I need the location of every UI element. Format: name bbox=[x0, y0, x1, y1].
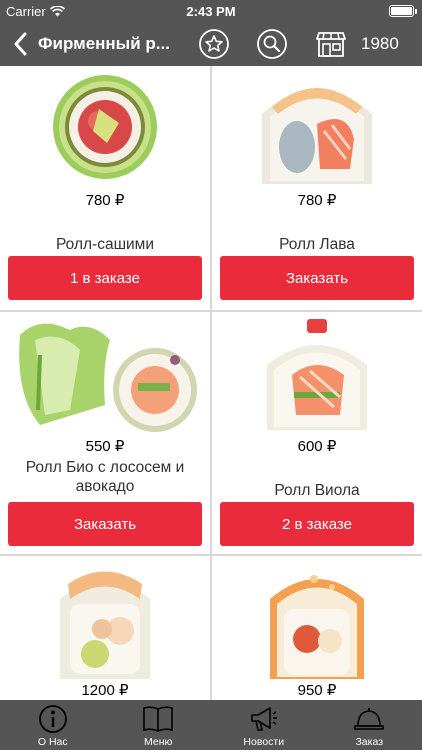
product-card[interactable]: 780 ₽ Ролл-сашими 1 в заказе bbox=[0, 66, 210, 310]
product-card[interactable]: 950 ₽ bbox=[212, 556, 422, 700]
favorites-button[interactable] bbox=[198, 28, 230, 60]
shop-button[interactable] bbox=[315, 28, 347, 60]
roll-image bbox=[0, 556, 210, 686]
tab-label: Меню bbox=[144, 736, 173, 748]
product-card[interactable]: 780 ₽ Ролл Лава Заказать bbox=[212, 66, 422, 310]
order-button[interactable]: Заказать bbox=[220, 256, 414, 300]
status-bar: Carrier 2:43 PM bbox=[0, 0, 422, 22]
product-price: 1200 ₽ bbox=[81, 682, 129, 699]
tab-label: О Нас bbox=[37, 736, 68, 748]
clock: 2:43 PM bbox=[186, 4, 236, 19]
chevron-left-icon bbox=[14, 32, 27, 56]
product-card[interactable]: 550 ₽ Ролл Био с лососем и авокадо Заказ… bbox=[0, 312, 210, 554]
back-button[interactable] bbox=[8, 31, 32, 57]
product-grid: 780 ₽ Ролл-сашими 1 в заказе 780 ₽ Ролл … bbox=[0, 66, 422, 700]
tab-label: Новости bbox=[243, 736, 285, 748]
navigation-bar: Фирменный р... 1980 bbox=[0, 22, 422, 66]
tab-bar: О Нас Меню Новости Заказ bbox=[0, 700, 422, 750]
battery-level bbox=[391, 7, 412, 15]
shop-icon bbox=[316, 32, 346, 57]
product-card[interactable]: 1200 ₽ bbox=[0, 556, 210, 700]
roll-image bbox=[212, 556, 422, 686]
bell-icon bbox=[354, 708, 385, 730]
product-price: 550 ₽ bbox=[85, 438, 125, 455]
search-icon bbox=[257, 29, 287, 59]
order-button[interactable]: Заказать bbox=[8, 502, 202, 546]
tab-news[interactable]: Новости bbox=[211, 700, 317, 750]
product-price: 600 ₽ bbox=[297, 438, 337, 455]
tab-menu[interactable]: Меню bbox=[106, 700, 212, 750]
page-title: Фирменный р... bbox=[38, 34, 170, 53]
tab-about[interactable]: О Нас bbox=[0, 700, 106, 750]
megaphone-icon bbox=[250, 707, 277, 731]
roll-lava-image bbox=[212, 66, 422, 196]
battery-icon bbox=[389, 5, 417, 17]
product-card[interactable]: 600 ₽ Ролл Виола 2 в заказе bbox=[212, 312, 422, 554]
search-button[interactable] bbox=[256, 28, 288, 60]
tab-order[interactable]: Заказ bbox=[317, 700, 422, 750]
book-icon bbox=[143, 706, 174, 732]
product-price: 950 ₽ bbox=[297, 682, 337, 699]
roll-bio-image bbox=[0, 312, 210, 442]
tab-label: Заказ bbox=[355, 736, 384, 748]
roll-sashimi-image bbox=[0, 66, 210, 196]
star-icon bbox=[199, 29, 229, 59]
roll-viola-image bbox=[212, 312, 422, 442]
order-button[interactable]: 1 в заказе bbox=[8, 256, 202, 300]
info-icon bbox=[38, 705, 67, 733]
order-button[interactable]: 2 в заказе bbox=[220, 502, 414, 546]
product-price: 780 ₽ bbox=[85, 192, 125, 209]
product-name: Ролл Био с лососем и авокадо bbox=[25, 459, 185, 495]
bonus-points[interactable]: 1980 bbox=[361, 34, 399, 54]
product-price: 780 ₽ bbox=[297, 192, 337, 209]
